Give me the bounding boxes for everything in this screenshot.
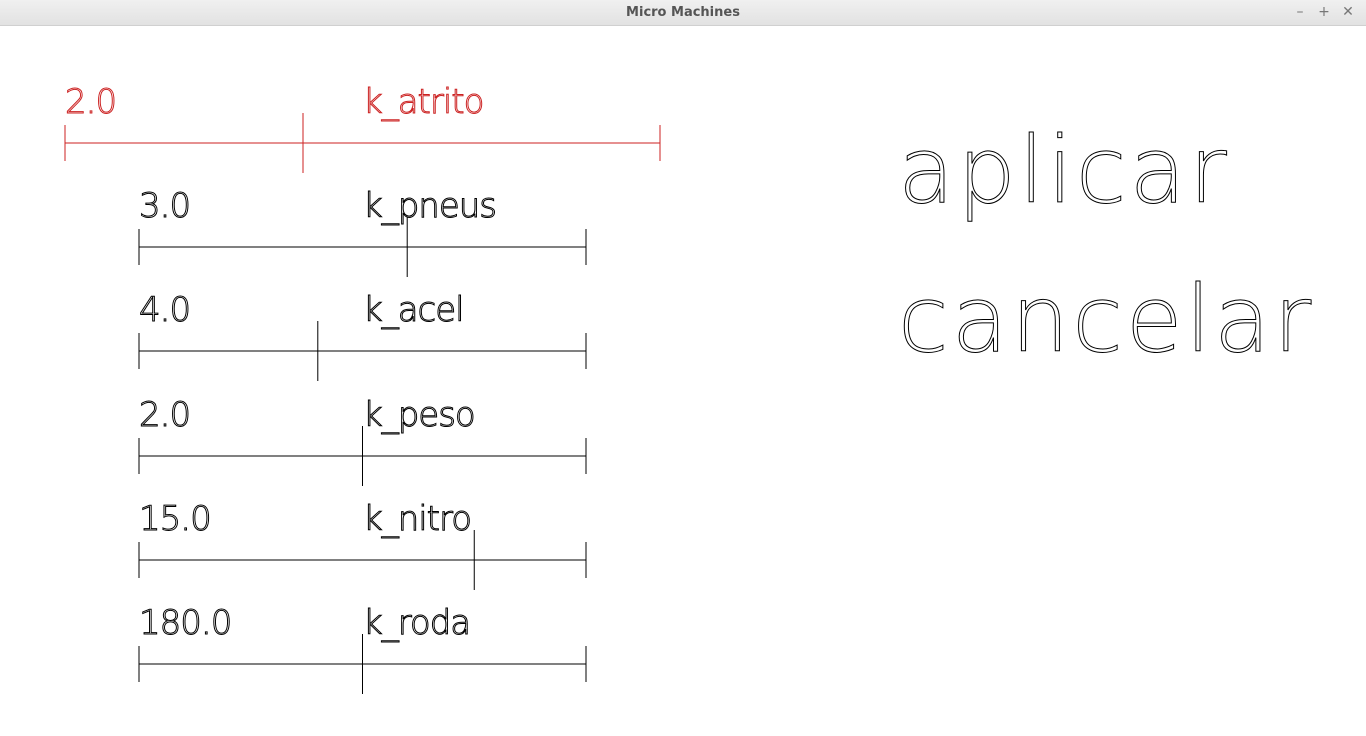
window-title: Micro Machines xyxy=(626,5,740,20)
sliders-group: 2.0 k_atrito 3.0 k_pneus 4.0 k_acel 2.0 k_peso 1… xyxy=(64,82,661,694)
minimize-button[interactable]: – xyxy=(1292,4,1308,20)
slider-value: 180.0 xyxy=(139,603,231,643)
slider-value: 15.0 xyxy=(139,499,211,539)
slider-value: 4.0 xyxy=(139,290,190,330)
slider-label: k_roda xyxy=(363,603,470,643)
slider-k-peso[interactable]: 2.0 k_peso xyxy=(138,395,587,486)
slider-label: k_acel xyxy=(363,290,464,330)
slider-label: k_peso xyxy=(363,395,475,435)
slider-k-nitro[interactable]: 15.0 k_nitro xyxy=(138,499,587,590)
slider-value: 2.0 xyxy=(65,82,116,122)
slider-k-pneus[interactable]: 3.0 k_pneus xyxy=(138,186,587,277)
apply-button[interactable]: aplicar xyxy=(895,111,1235,236)
slider-k-roda[interactable]: 180.0 k_roda xyxy=(138,603,587,694)
slider-value: 2.0 xyxy=(139,395,190,435)
cancel-button[interactable]: cancelar xyxy=(895,261,1325,374)
slider-label: k_atrito xyxy=(363,82,483,122)
slider-k-acel[interactable]: 4.0 k_acel xyxy=(138,290,587,381)
slider-value: 3.0 xyxy=(139,186,190,226)
game-canvas[interactable]: 2.0 k_atrito 3.0 k_pneus 4.0 k_acel 2.0 k_peso 1… xyxy=(0,26,1366,736)
apply-label[interactable]: aplicar xyxy=(898,117,1230,225)
slider-label: k_pneus xyxy=(363,186,496,226)
window-titlebar[interactable]: Micro Machines – + ✕ xyxy=(0,0,1366,26)
close-button[interactable]: ✕ xyxy=(1340,4,1356,20)
maximize-button[interactable]: + xyxy=(1316,4,1332,20)
slider-k-atrito[interactable]: 2.0 k_atrito xyxy=(64,82,661,173)
slider-label: k_nitro xyxy=(363,499,471,539)
cancel-label[interactable]: cancelar xyxy=(898,266,1314,374)
settings-drawing: 2.0 k_atrito 3.0 k_pneus 4.0 k_acel 2.0 k_peso 1… xyxy=(64,82,1325,694)
